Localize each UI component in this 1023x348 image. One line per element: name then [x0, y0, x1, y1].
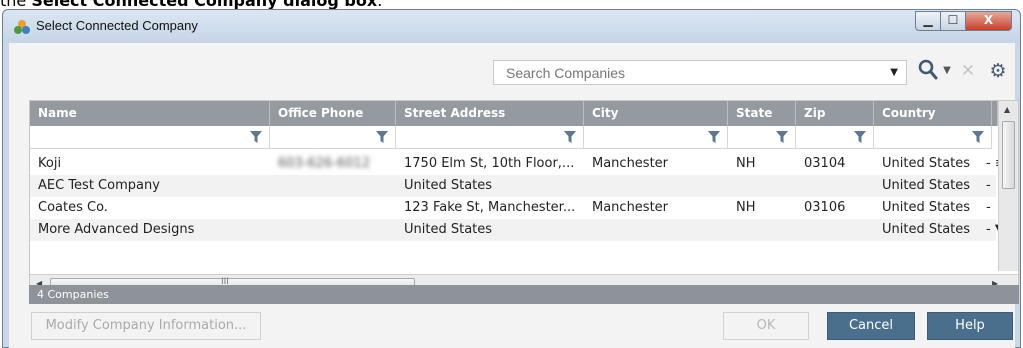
cell-city: Manchester — [592, 200, 669, 215]
filter-cell-city[interactable] — [584, 126, 728, 149]
filter-cell-name[interactable] — [30, 126, 270, 149]
filter-icon[interactable] — [250, 131, 262, 143]
column-header-state[interactable]: State — [728, 101, 796, 126]
cell-street-address: 1750 Elm St, 10th Floor,... — [404, 156, 575, 171]
window-title: Select Connected Company — [36, 18, 198, 33]
cell-overflow: - ≡ — [986, 156, 998, 171]
cell-city: Manchester — [592, 156, 669, 171]
cell-street-address: United States — [404, 222, 493, 237]
dialog-window: Select Connected Company ▁ ☐ X ▼ ▼ ✕ ⚙ N… — [2, 9, 1021, 348]
cell-overflow: - ▼ — [986, 222, 998, 237]
filter-icon[interactable] — [376, 131, 388, 143]
companies-grid: Name Office Phone Street Address City St… — [29, 100, 1019, 296]
search-input[interactable] — [494, 61, 874, 84]
cell-zip — [796, 219, 874, 241]
modify-company-button[interactable]: Modify Company Information... — [31, 312, 261, 340]
column-header-street-address[interactable]: Street Address — [396, 101, 584, 126]
cell-name: More Advanced Designs — [38, 222, 195, 237]
vertical-scroll-thumb[interactable] — [1002, 121, 1015, 189]
minimize-button[interactable]: ▁ — [915, 11, 941, 31]
status-bar: 4 Companies — [29, 285, 1019, 304]
close-button[interactable]: X — [965, 11, 1012, 31]
cell-office-phone — [270, 175, 396, 197]
cell-overflow: - — [986, 178, 991, 193]
maximize-button[interactable]: ☐ — [940, 11, 966, 31]
column-header-office-phone[interactable]: Office Phone — [270, 101, 396, 126]
clear-search-icon[interactable]: ✕ — [959, 61, 977, 87]
title-bar[interactable]: Select Connected Company ▁ ☐ X — [3, 10, 1020, 43]
table-row[interactable]: AEC Test Company United States United St… — [30, 175, 996, 197]
cell-street-address: United States — [404, 178, 493, 193]
cell-office-phone — [270, 219, 396, 241]
column-header-name[interactable]: Name — [30, 101, 270, 126]
dialog-client-area: ▼ ▼ ✕ ⚙ Name Office Phone Street Address… — [9, 43, 1019, 348]
filter-icon[interactable] — [564, 131, 576, 143]
table-row[interactable]: Koji 603-626-6012 1750 Elm St, 10th Floo… — [30, 153, 998, 175]
cell-country: United States — [882, 222, 971, 237]
column-header-zip[interactable]: Zip — [796, 101, 874, 126]
cell-state: NH — [736, 156, 756, 171]
cell-zip: 03104 — [804, 156, 846, 171]
filter-cell-zip[interactable] — [796, 126, 874, 149]
vertical-scrollbar[interactable]: ▲ — [998, 101, 1018, 271]
scroll-up-arrow-icon[interactable]: ▲ — [1004, 105, 1010, 114]
cancel-button[interactable]: Cancel — [827, 312, 915, 340]
filter-cell-office-phone[interactable] — [270, 126, 396, 149]
cell-zip: 03106 — [804, 200, 846, 215]
search-options-dropdown-icon[interactable]: ▼ — [941, 65, 953, 91]
filter-icon[interactable] — [854, 131, 866, 143]
table-row[interactable]: Coates Co. 123 Fake St, Manchester... Ma… — [30, 197, 996, 219]
search-icon[interactable] — [917, 59, 939, 85]
cell-city — [584, 219, 728, 241]
cell-name: Koji — [38, 156, 62, 171]
search-dropdown-icon[interactable]: ▼ — [890, 67, 898, 78]
filter-icon[interactable] — [972, 131, 984, 143]
cell-zip — [796, 175, 874, 197]
cell-country: United States — [882, 200, 971, 215]
ok-button[interactable]: OK — [723, 312, 809, 340]
cell-country: United States — [882, 178, 971, 193]
cell-name: Coates Co. — [38, 200, 108, 215]
cell-state: NH — [736, 200, 756, 215]
filter-cell-state[interactable] — [728, 126, 796, 149]
cell-street-address: 123 Fake St, Manchester... — [404, 200, 576, 215]
filter-cell-country[interactable] — [874, 126, 992, 149]
cell-city — [584, 175, 728, 197]
cell-overflow: - — [986, 200, 991, 215]
search-box[interactable]: ▼ — [493, 60, 907, 85]
table-row[interactable]: More Advanced Designs United States Unit… — [30, 219, 998, 241]
column-header-country[interactable]: Country — [874, 101, 992, 126]
help-button[interactable]: Help — [927, 312, 1013, 340]
cell-state — [728, 219, 796, 241]
company-app-icon — [14, 20, 30, 34]
cell-name: AEC Test Company — [38, 178, 160, 193]
filter-cell-street-address[interactable] — [396, 126, 584, 149]
cell-office-phone: 603-626-6012 — [278, 156, 371, 171]
cell-office-phone — [270, 197, 396, 219]
filter-icon[interactable] — [708, 131, 720, 143]
cell-country: United States — [882, 156, 971, 171]
cell-state — [728, 175, 796, 197]
filter-icon[interactable] — [776, 131, 788, 143]
column-header-city[interactable]: City — [584, 101, 728, 126]
gear-icon[interactable]: ⚙ — [987, 60, 1009, 86]
